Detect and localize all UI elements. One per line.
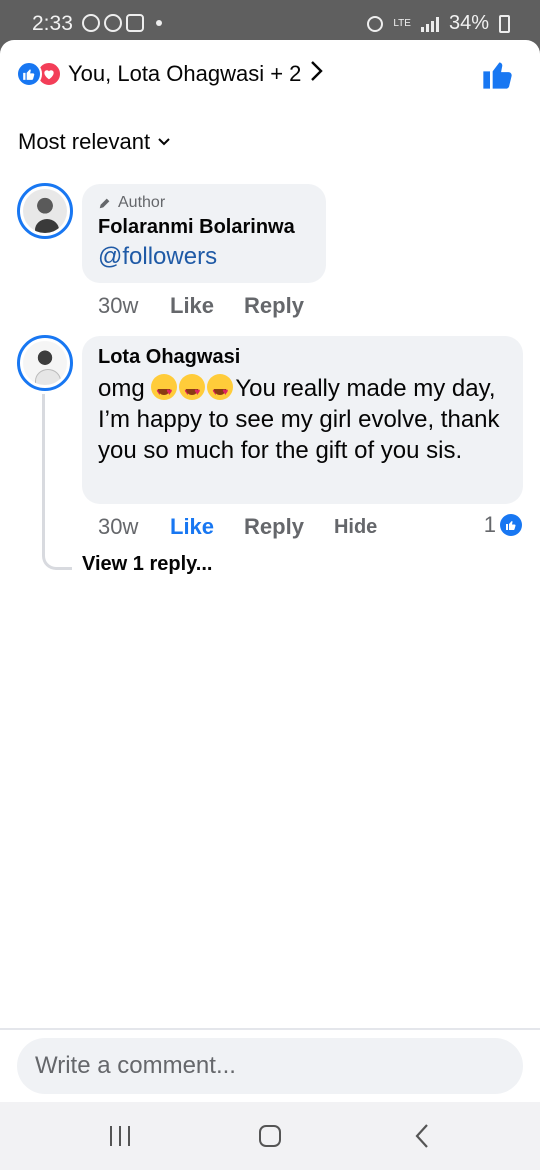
divider xyxy=(0,1028,540,1030)
like-reaction-icon xyxy=(500,514,522,536)
view-replies-link[interactable]: View 1 reply... xyxy=(82,553,212,576)
comment-actions: 30w Like Reply xyxy=(98,293,334,319)
comment-time: 30w xyxy=(98,514,139,539)
reply-button[interactable]: Reply xyxy=(244,293,304,319)
navigation-bar xyxy=(0,1102,540,1170)
pencil-icon xyxy=(99,198,110,209)
like-button[interactable]: Like xyxy=(170,514,214,540)
more-notifications-dot-icon xyxy=(156,20,162,26)
comment-author-name[interactable]: Folaranmi Bolarinwa xyxy=(98,216,310,239)
status-system-icons: LTE 34% xyxy=(367,12,510,35)
status-bar: 2:33 LTE 34% xyxy=(0,0,540,44)
alarm-icon xyxy=(367,15,384,32)
comment-text-prefix: omg xyxy=(98,375,152,402)
reply-thread-line xyxy=(42,394,72,570)
avatar[interactable] xyxy=(17,335,73,391)
comments-sheet: You, Lota Ohagwasi + 2 Most relevant Aut… xyxy=(0,40,540,1102)
sort-label: Most relevant xyxy=(18,129,151,154)
comment-time: 30w xyxy=(98,293,139,318)
like-button[interactable]: Like xyxy=(170,293,214,319)
heart-eyes-emoji-icon xyxy=(179,374,206,408)
comment-like-count[interactable]: 1 xyxy=(484,512,522,538)
thumbs-up-icon[interactable] xyxy=(482,58,514,90)
home-icon[interactable] xyxy=(250,1120,290,1152)
author-badge: Author xyxy=(98,194,310,212)
like-count-number: 1 xyxy=(483,512,496,537)
reply-button[interactable]: Reply xyxy=(244,514,304,540)
b-notification-icon xyxy=(104,14,122,32)
network-type: LTE xyxy=(393,17,411,29)
reactions-summary[interactable]: You, Lota Ohagwasi + 2 xyxy=(16,60,324,89)
comment-composer[interactable] xyxy=(17,1038,523,1094)
signal-icon xyxy=(420,16,439,32)
recents-icon[interactable] xyxy=(100,1120,140,1152)
comment-bubble[interactable]: Lota Ohagwasi omg You really made my day… xyxy=(82,336,523,504)
heart-eyes-emoji-icon xyxy=(207,374,234,408)
battery-icon xyxy=(499,14,510,33)
profile-photo xyxy=(23,341,67,385)
like-reaction-icon xyxy=(16,61,42,87)
comment-mention[interactable]: @followers xyxy=(98,243,310,271)
comment-text: omg You really made my day, I’m happy to… xyxy=(98,373,507,466)
profile-photo xyxy=(23,189,67,233)
comment-bubble[interactable]: Author Folaranmi Bolarinwa @followers xyxy=(82,184,326,283)
comment-author-name[interactable]: Lota Ohagwasi xyxy=(98,346,507,369)
author-badge-label: Author xyxy=(118,194,166,211)
comment-input[interactable] xyxy=(35,1052,523,1080)
comment-actions: 30w Like Reply Hide xyxy=(98,514,377,540)
hide-button[interactable]: Hide xyxy=(334,516,377,539)
chevron-right-icon xyxy=(309,60,324,89)
status-time: 2:33 xyxy=(32,12,73,35)
chevron-down-icon xyxy=(158,133,170,149)
messenger-notification-icon xyxy=(82,14,100,32)
reactors-text: You, Lota Ohagwasi + 2 xyxy=(68,61,302,86)
avatar[interactable] xyxy=(17,183,73,239)
heart-eyes-emoji-icon xyxy=(151,374,178,408)
back-icon[interactable] xyxy=(402,1120,442,1152)
status-notification-icons xyxy=(82,14,162,32)
sort-dropdown[interactable]: Most relevant xyxy=(18,129,170,155)
battery-percent: 34% xyxy=(448,12,489,34)
screen-notification-icon xyxy=(126,14,144,32)
